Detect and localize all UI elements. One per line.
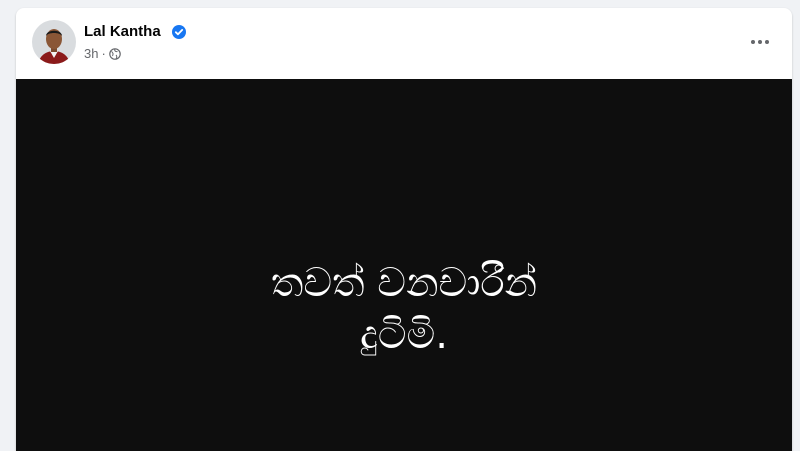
post-timestamp[interactable]: 3h [84,46,98,61]
more-options-icon [751,40,769,44]
post-card: Lal Kantha 3h · තවත් වනචාරීන් දුටිමි. [16,8,792,451]
post-image-text: තවත් වනචාරීන් දුටිමි. [16,257,792,361]
meta-separator: · [101,46,106,61]
post-header: Lal Kantha 3h · [16,8,792,78]
post-image-text-line-2: දුටිමි. [360,312,448,358]
globe-icon[interactable] [109,47,121,60]
verified-badge-icon [172,25,186,39]
post-meta: 3h · [84,46,121,61]
author-name[interactable]: Lal Kantha [84,23,161,40]
post-image[interactable]: තවත් වනචාරීන් දුටිමි. [16,79,792,451]
author-avatar[interactable] [32,20,76,64]
post-image-text-line-1: තවත් වනචාරීන් [270,260,538,306]
more-options-button[interactable] [742,30,778,54]
